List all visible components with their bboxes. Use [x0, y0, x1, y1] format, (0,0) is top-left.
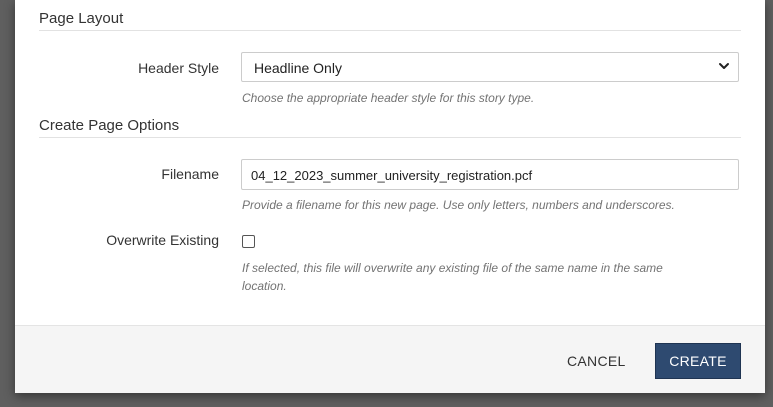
- header-style-label: Header Style: [138, 60, 219, 76]
- page-layout-divider: [39, 30, 741, 31]
- filename-help: Provide a filename for this new page. Us…: [242, 198, 675, 212]
- overwrite-existing-label: Overwrite Existing: [106, 232, 219, 248]
- create-options-divider: [39, 137, 741, 138]
- cancel-button[interactable]: CANCEL: [567, 353, 626, 369]
- overwrite-existing-help: If selected, this file will overwrite an…: [242, 259, 663, 295]
- chevron-down-icon: [719, 63, 729, 69]
- overwrite-existing-checkbox[interactable]: [242, 235, 255, 248]
- page-layout-heading: Page Layout: [39, 10, 124, 27]
- header-style-select[interactable]: Headline Only: [241, 52, 739, 82]
- create-button[interactable]: CREATE: [655, 343, 741, 379]
- filename-input[interactable]: 04_12_2023_summer_university_registratio…: [241, 159, 739, 190]
- overwrite-help-line-2: location.: [242, 279, 287, 293]
- header-style-value: Headline Only: [254, 60, 342, 76]
- create-options-heading: Create Page Options: [39, 117, 180, 134]
- filename-label: Filename: [161, 166, 219, 182]
- header-style-help: Choose the appropriate header style for …: [242, 91, 535, 105]
- filename-value: 04_12_2023_summer_university_registratio…: [251, 168, 533, 183]
- overwrite-help-line-1: If selected, this file will overwrite an…: [242, 261, 663, 275]
- dialog-footer: CANCEL CREATE: [15, 325, 765, 393]
- create-page-dialog: Page Layout Header Style Headline Only C…: [15, 0, 765, 393]
